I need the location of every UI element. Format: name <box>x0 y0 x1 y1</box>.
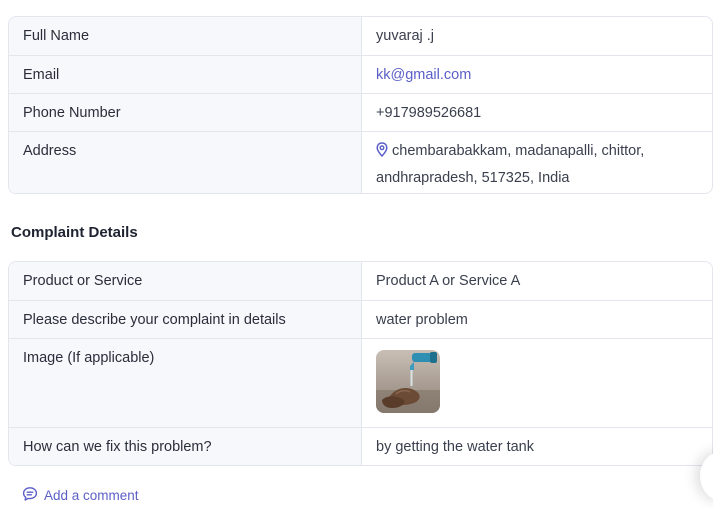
phone-label: Phone Number <box>9 94 362 131</box>
personal-info-table: Full Name yuvaraj .j Email kk@gmail.com … <box>8 16 713 194</box>
phone-value: +917989526681 <box>376 104 482 121</box>
table-row-address: Address chembarabakkam, madanapalli, chi… <box>9 131 712 193</box>
table-row-product: Product or Service Product A or Service … <box>9 262 712 300</box>
comment-icon <box>22 486 38 505</box>
email-link[interactable]: kk@gmail.com <box>376 67 471 83</box>
location-pin-icon <box>376 141 388 166</box>
complaint-details-title: Complaint Details <box>11 224 138 241</box>
table-row-full-name: Full Name yuvaraj .j <box>9 17 712 55</box>
image-label: Image (If applicable) <box>9 339 362 427</box>
fix-label: How can we fix this problem? <box>9 428 362 465</box>
product-label: Product or Service <box>9 262 362 300</box>
table-row-description: Please describe your complaint in detail… <box>9 300 712 338</box>
full-name-label: Full Name <box>9 17 362 55</box>
product-value: Product A or Service A <box>376 273 521 289</box>
email-label: Email <box>9 56 362 93</box>
table-row-phone: Phone Number +917989526681 <box>9 93 712 131</box>
description-value: water problem <box>376 311 468 328</box>
table-row-fix: How can we fix this problem? by getting … <box>9 427 712 465</box>
address-line-2: andhrapradesh, 517325, India <box>376 170 570 186</box>
description-label: Please describe your complaint in detail… <box>9 301 362 338</box>
full-name-value: yuvaraj .j <box>376 28 435 44</box>
table-row-email: Email kk@gmail.com <box>9 55 712 93</box>
table-row-image: Image (If applicable) <box>9 338 712 427</box>
complaint-details-table: Product or Service Product A or Service … <box>8 261 713 466</box>
add-comment-label: Add a comment <box>44 488 139 503</box>
address-value: chembarabakkam, madanapalli, chittor, an… <box>376 139 644 191</box>
complaint-image-thumbnail[interactable] <box>376 350 440 413</box>
address-line-1: chembarabakkam, madanapalli, chittor, <box>392 143 645 159</box>
add-comment-button[interactable]: Add a comment <box>22 486 139 505</box>
fix-value: by getting the water tank <box>376 438 534 455</box>
address-label: Address <box>9 132 362 193</box>
